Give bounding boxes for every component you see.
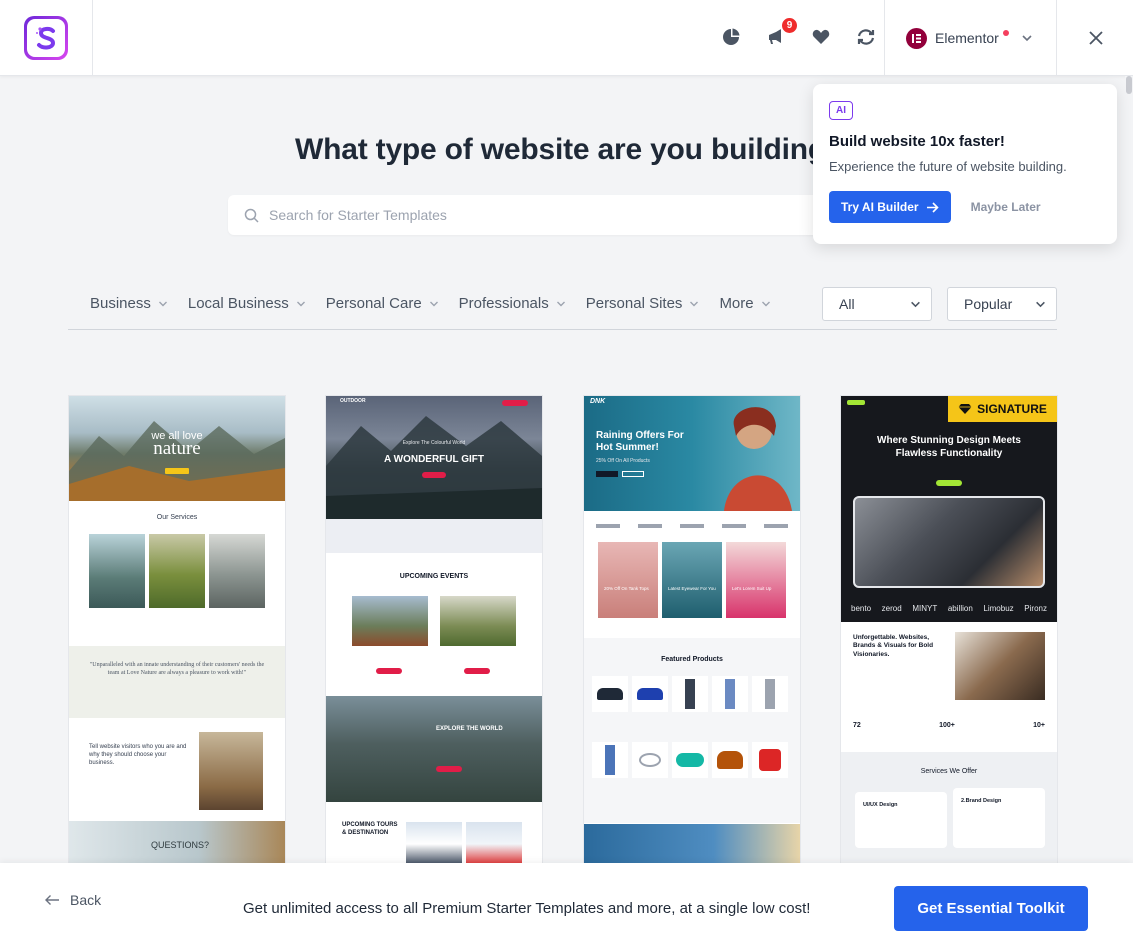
top-bar: 9 Elementor: [0, 0, 1133, 76]
upgrade-promo-text: Get unlimited access to all Premium Star…: [243, 900, 811, 917]
elementor-logo-icon: [906, 27, 927, 49]
pie-chart-icon[interactable]: [718, 24, 744, 50]
back-button[interactable]: Back: [44, 892, 101, 908]
chevron-down-icon: [761, 301, 770, 306]
footer-bar: Back Get unlimited access to all Premium…: [0, 863, 1133, 939]
close-icon: [1088, 31, 1103, 45]
category-personal-care[interactable]: Personal Care: [326, 295, 439, 312]
notification-count-badge: 9: [780, 16, 799, 35]
ai-popup-title: Build website 10x faster!: [829, 133, 1005, 150]
category-professionals[interactable]: Professionals: [459, 295, 566, 312]
get-essential-toolkit-button[interactable]: Get Essential Toolkit: [894, 886, 1088, 931]
megaphone-icon[interactable]: 9: [763, 16, 799, 50]
try-ai-builder-button[interactable]: Try AI Builder: [829, 191, 951, 223]
category-personal-sites[interactable]: Personal Sites: [586, 295, 700, 312]
chevron-down-icon: [556, 301, 565, 306]
page-builder-select[interactable]: Elementor: [884, 0, 1057, 76]
arrow-right-icon: [926, 201, 939, 213]
search-icon: [244, 208, 259, 223]
chevron-down-icon: [911, 301, 920, 307]
template-card-fashion[interactable]: DNK Raining Offers For Hot Summer! 25% O…: [584, 396, 800, 866]
arrow-left-icon: [45, 895, 59, 905]
scrollbar-thumb[interactable]: [1126, 76, 1132, 94]
logo-area: [0, 0, 93, 76]
type-filter-select[interactable]: All: [822, 287, 932, 321]
sync-icon[interactable]: [853, 24, 879, 50]
chevron-down-icon: [1022, 35, 1032, 42]
status-dot: [1002, 30, 1009, 36]
category-local-business[interactable]: Local Business: [188, 295, 306, 312]
maybe-later-button[interactable]: Maybe Later: [971, 200, 1041, 214]
sort-select[interactable]: Popular: [947, 287, 1057, 321]
signature-badge: SIGNATURE: [948, 396, 1057, 422]
try-ai-builder-label: Try AI Builder: [841, 200, 919, 214]
scrollbar[interactable]: [1125, 76, 1133, 863]
ai-icon: AI: [829, 101, 853, 120]
chevron-down-icon: [429, 301, 438, 306]
builder-name: Elementor: [935, 30, 999, 46]
diamond-icon: [958, 404, 972, 414]
ai-builder-popup: AI Build website 10x faster! Experience …: [813, 84, 1117, 244]
chevron-down-icon: [1036, 301, 1045, 307]
chevron-down-icon: [296, 301, 305, 306]
heart-icon[interactable]: [808, 24, 834, 50]
category-business[interactable]: Business: [90, 295, 168, 312]
category-more[interactable]: More: [719, 295, 770, 312]
close-button[interactable]: [1058, 0, 1133, 76]
chevron-down-icon: [158, 301, 167, 306]
page-title: What type of website are you building: [295, 133, 826, 166]
search-bar[interactable]: [228, 195, 868, 235]
template-card-agency[interactable]: Where Stunning Design Meets Flawless Fun…: [841, 396, 1057, 866]
ai-popup-subtitle: Experience the future of website buildin…: [829, 159, 1067, 174]
chevron-down-icon: [690, 301, 699, 306]
back-label: Back: [70, 892, 102, 908]
category-filters: Business Local Business Personal Care Pr…: [90, 295, 771, 312]
template-hero-image: we all love nature: [69, 396, 285, 501]
search-input[interactable]: [269, 207, 829, 223]
template-card-outdoor[interactable]: OUTDOOR Explore The Colourful World A WO…: [326, 396, 542, 866]
template-card-nature[interactable]: we all love nature Our Services "Unparal…: [69, 396, 285, 866]
starter-templates-logo-icon[interactable]: [24, 16, 68, 60]
filter-divider: [68, 329, 1057, 330]
